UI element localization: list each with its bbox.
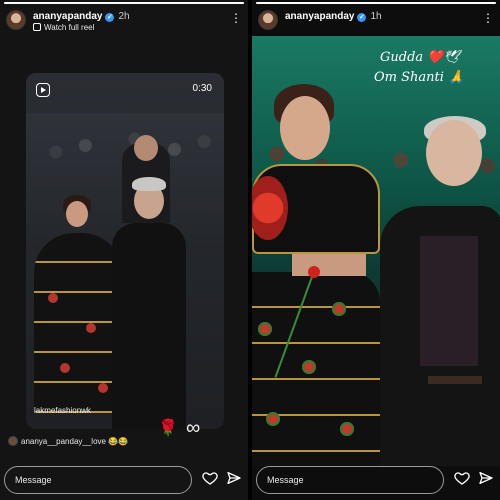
message-placeholder: Message — [267, 475, 304, 485]
man-head — [426, 120, 482, 186]
right-story-panel[interactable]: ananyapanday ✓ 1h ⋮ Gudda ❤️🕊 Om Shanti 🙏 … — [252, 0, 500, 500]
background-person-head — [134, 135, 158, 161]
story-header: ananyapanday ✓ 1h ⋮ — [258, 8, 494, 32]
story-progress-fill — [4, 2, 244, 4]
avatar[interactable] — [6, 10, 26, 30]
story-header: ananyapanday ✓ 2h Watch full reel ⋮ — [6, 8, 242, 32]
story-username-row: ananyapanday ✓ 2h — [33, 11, 130, 22]
story-reply-bar: Message — [0, 460, 248, 500]
woman-dress — [34, 233, 122, 413]
left-story-panel[interactable]: ananyapanday ✓ 2h Watch full reel ⋮ 0:30 l… — [0, 0, 248, 500]
rose-bud — [308, 266, 320, 278]
send-icon[interactable] — [226, 470, 242, 486]
kebab-menu-icon[interactable]: ⋮ — [230, 12, 242, 24]
reel-duration: 0:30 — [192, 83, 212, 94]
woman-head — [280, 96, 330, 160]
heart-icon[interactable] — [454, 470, 470, 486]
watch-full-reel-label: Watch full reel — [44, 23, 95, 32]
skirt-flower — [258, 322, 272, 336]
man-hair — [132, 177, 166, 191]
story-caption-line-2: Om Shanti 🙏 — [374, 70, 465, 85]
story-photo[interactable]: Gudda ❤️🕊 Om Shanti 🙏 — [252, 36, 500, 466]
message-input[interactable]: Message — [4, 466, 192, 494]
story-username[interactable]: ananyapanday — [33, 11, 102, 22]
reel-icon — [33, 23, 41, 31]
mention-text: ananya__panday__love 😂😂 — [21, 437, 129, 446]
mention-sticker[interactable]: ananya__panday__love 😂😂 — [8, 436, 128, 446]
dress-flower — [48, 293, 58, 303]
reel-icon — [36, 83, 50, 97]
rose-sticker: 🌹 — [158, 420, 178, 437]
dress-flower — [98, 383, 108, 393]
heart-icon[interactable] — [202, 470, 218, 486]
skirt-flower — [266, 412, 280, 426]
woman-head — [66, 201, 88, 227]
kebab-menu-icon[interactable]: ⋮ — [482, 12, 494, 24]
mention-avatar — [8, 436, 18, 446]
avatar[interactable] — [258, 10, 278, 30]
reel-watermark: lakmefashionwk — [34, 406, 91, 415]
man-belt — [428, 376, 482, 384]
message-input[interactable]: Message — [256, 466, 444, 494]
dress-flower — [86, 323, 96, 333]
story-caption-line-1: Gudda ❤️🕊 — [380, 50, 460, 65]
message-placeholder: Message — [15, 475, 52, 485]
dress-flower — [60, 363, 70, 373]
watch-full-reel-link[interactable]: Watch full reel — [33, 23, 94, 32]
story-progress-bar — [4, 2, 244, 4]
man-suit — [112, 223, 186, 429]
story-time: 2h — [118, 11, 130, 22]
story-progress-fill — [256, 2, 496, 4]
story-username-row: ananyapanday ✓ 1h — [285, 11, 382, 22]
story-reply-bar: Message — [252, 460, 500, 500]
story-time: 1h — [370, 11, 382, 22]
man-shirt — [420, 236, 478, 366]
woman-skirt — [252, 272, 380, 466]
send-icon[interactable] — [478, 470, 494, 486]
infinity-icon: ∞ — [186, 417, 201, 439]
verified-badge-icon: ✓ — [357, 13, 367, 22]
skirt-flower — [340, 422, 354, 436]
story-progress-bar — [256, 2, 496, 4]
story-username[interactable]: ananyapanday — [285, 11, 354, 22]
skirt-flower — [302, 360, 316, 374]
verified-badge-icon: ✓ — [105, 13, 115, 22]
skirt-flower — [332, 302, 346, 316]
reel-preview-card[interactable]: 0:30 lakmefashionwk — [26, 73, 224, 429]
